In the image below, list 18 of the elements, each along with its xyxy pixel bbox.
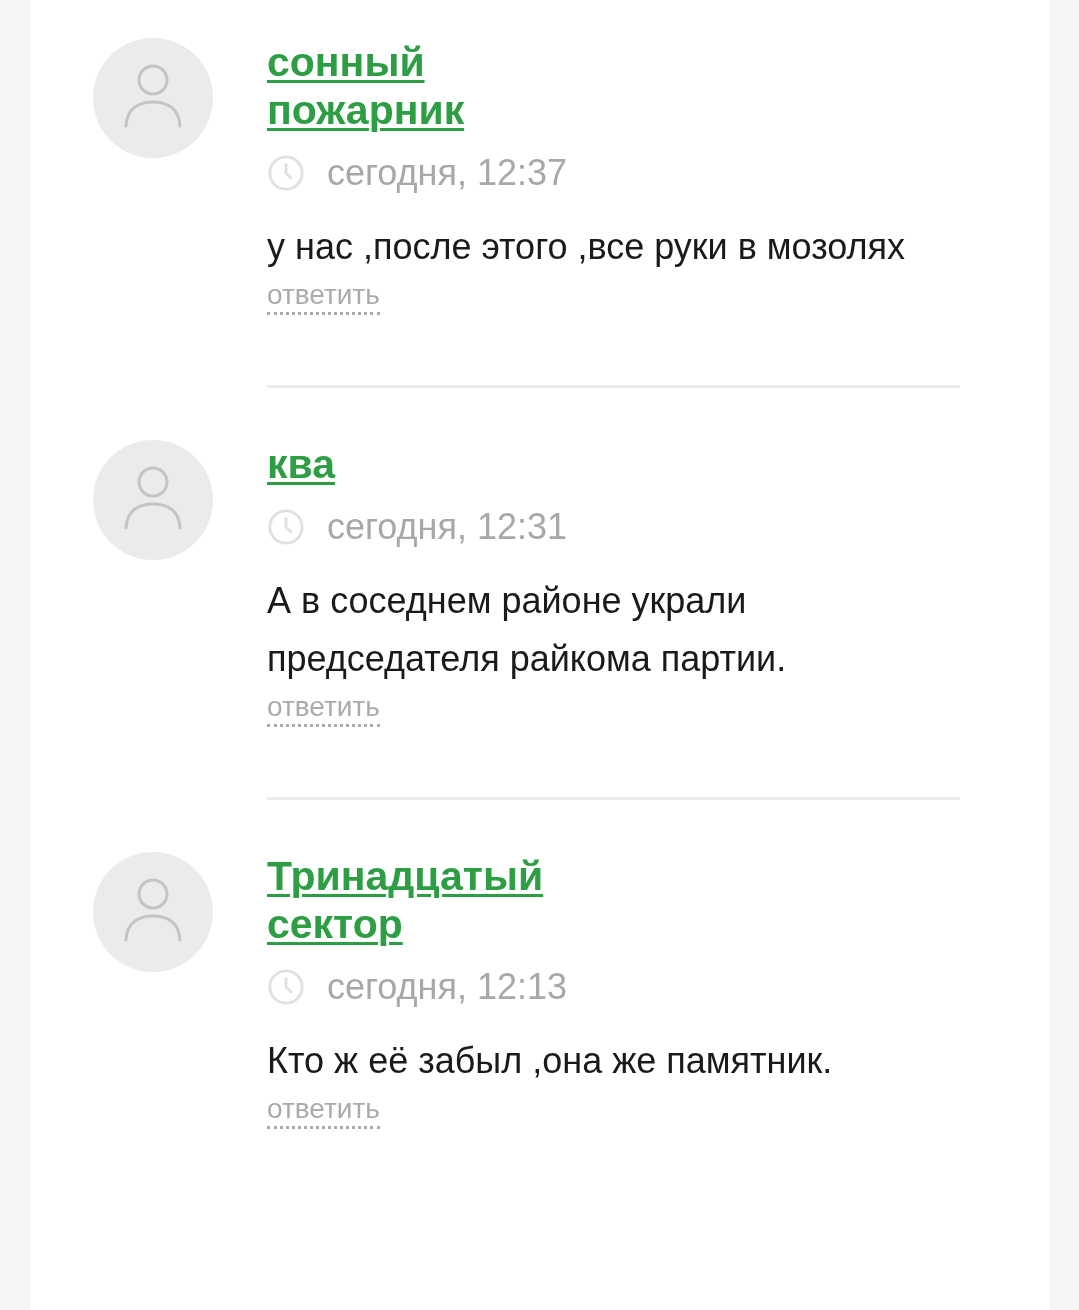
avatar-icon xyxy=(93,38,213,158)
avatar-icon xyxy=(93,852,213,972)
comment-text: А в соседнем районе украли председателя райкома партии. xyxy=(267,579,788,681)
comment-time: сегодня, 12:31 xyxy=(327,505,568,549)
author-link[interactable]: сонный пожарник xyxy=(267,38,607,134)
clock-icon xyxy=(267,968,305,1006)
reply-link[interactable]: ответить xyxy=(267,278,380,315)
author-link[interactable]: ква xyxy=(267,440,607,488)
comment-text: у нас ,после этого ,все руки в мозолях xyxy=(267,225,907,269)
reply-link[interactable]: ответить xyxy=(267,690,380,727)
comment-time: сегодня, 12:37 xyxy=(327,151,568,195)
comment-time: сегодня, 12:13 xyxy=(327,965,568,1009)
comment-text: Кто ж её забыл ,она же памятник. xyxy=(267,1039,834,1083)
author-link[interactable]: Тринадцатый сектор xyxy=(267,852,607,948)
avatar-icon xyxy=(93,440,213,560)
clock-icon xyxy=(267,508,305,546)
clock-icon xyxy=(267,154,305,192)
reply-link[interactable]: ответить xyxy=(267,1092,380,1129)
